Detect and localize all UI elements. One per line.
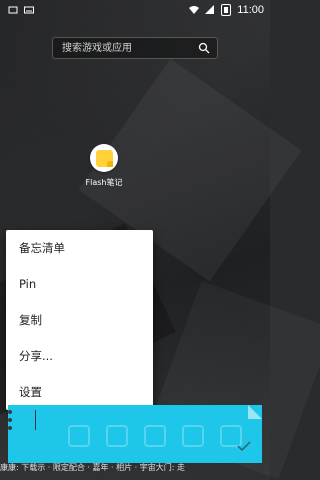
faint-icon (106, 425, 128, 447)
flash-notes-app-icon[interactable] (90, 144, 118, 172)
menu-item-pin[interactable]: Pin (6, 266, 153, 302)
notification-icon (8, 6, 18, 14)
text-caret (35, 410, 36, 430)
check-icon[interactable] (236, 438, 252, 454)
battery-icon (221, 4, 232, 16)
search-icon[interactable] (198, 42, 210, 54)
note-widget[interactable] (8, 405, 262, 463)
status-right: 11:00 (189, 4, 270, 16)
signal-icon (205, 5, 215, 14)
menu-item-share[interactable]: 分享... (6, 338, 153, 374)
clock: 11:00 (237, 4, 264, 16)
faint-background-icons (68, 423, 248, 449)
status-bar: 11:00 (0, 0, 270, 20)
faint-icon (68, 425, 90, 447)
wifi-icon (189, 6, 200, 14)
bottom-ticker-text: 康康: 下载示 · 限定配合 · 嘉年 · 相片 · 宇宙大门: 走 (0, 463, 185, 472)
faint-icon (144, 425, 166, 447)
drag-handle-icon[interactable] (8, 410, 14, 430)
search-bar[interactable] (52, 37, 218, 59)
menu-item-copy[interactable]: 复制 (6, 302, 153, 338)
app-flash-notes[interactable]: Flash笔记 (84, 144, 124, 192)
page-fold-decoration (248, 405, 262, 419)
note-icon (95, 149, 113, 167)
faint-icon (182, 425, 204, 447)
popup-menu: 备忘清单 Pin 复制 分享... 设置 (6, 230, 153, 410)
search-input[interactable] (60, 41, 184, 55)
menu-item-memo-list[interactable]: 备忘清单 (6, 230, 153, 266)
status-left (0, 5, 34, 15)
app-label: Flash笔记 (85, 178, 123, 187)
keyboard-icon (24, 6, 34, 14)
